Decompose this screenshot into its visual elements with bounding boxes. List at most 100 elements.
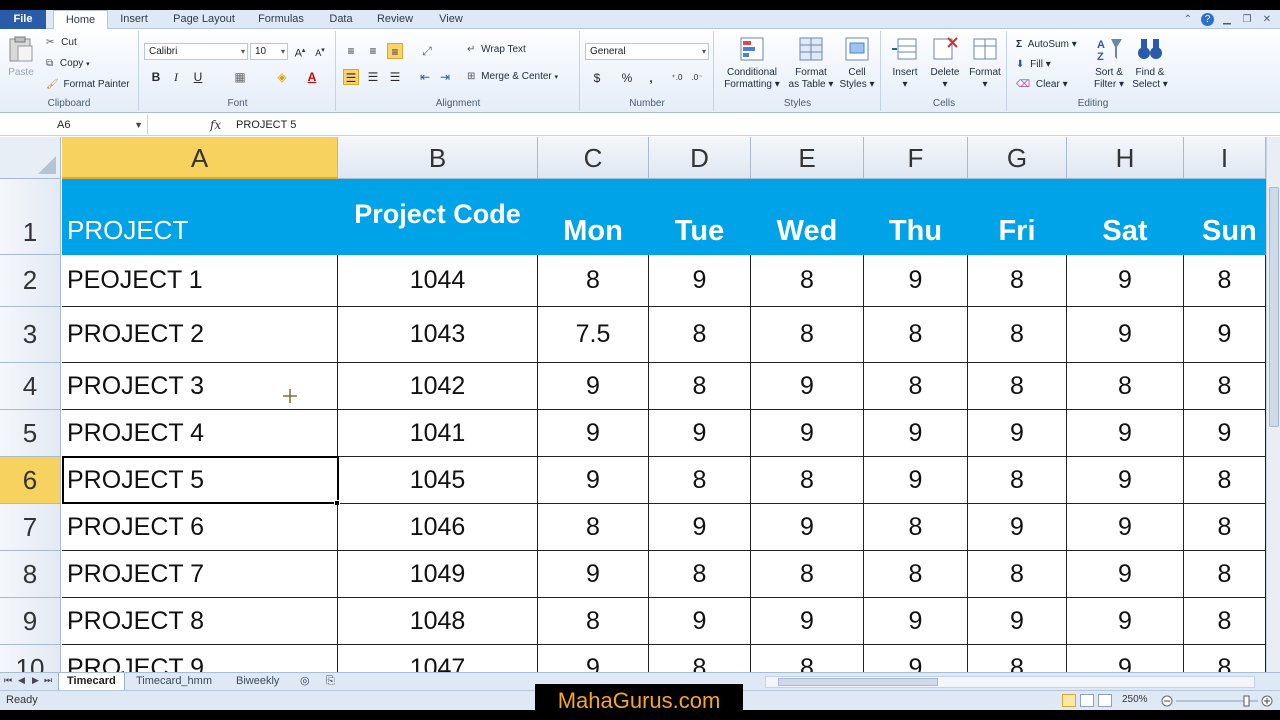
- underline-button[interactable]: U: [190, 69, 206, 85]
- italic-button[interactable]: I: [168, 69, 184, 85]
- cell-h5[interactable]: 9: [1067, 410, 1184, 457]
- cell-e4[interactable]: 9: [751, 363, 864, 410]
- cell-a2[interactable]: PEOJECT 1: [62, 255, 338, 307]
- minimize-icon[interactable]: ▁: [1220, 13, 1234, 26]
- cell-b7[interactable]: 1046: [338, 504, 538, 551]
- column-header-g[interactable]: G: [968, 137, 1067, 179]
- cell-f7[interactable]: 8: [864, 504, 968, 551]
- cell-b9[interactable]: 1048: [338, 598, 538, 645]
- row-header-1[interactable]: 1: [0, 179, 61, 255]
- cell-c3[interactable]: 7.5: [538, 307, 649, 363]
- cell-a9[interactable]: PROJECT 8: [62, 598, 338, 645]
- row-header-5[interactable]: 5: [0, 410, 61, 457]
- cell-a5[interactable]: PROJECT 4: [62, 410, 338, 457]
- cell-i6[interactable]: 8: [1184, 457, 1266, 504]
- cell-d5[interactable]: 9: [649, 410, 751, 457]
- format-cells-button[interactable]: Format ▾: [966, 31, 1004, 91]
- cell-g6[interactable]: 8: [968, 457, 1067, 504]
- cell-g10[interactable]: 8: [968, 645, 1067, 672]
- cell-c8[interactable]: 9: [538, 551, 649, 598]
- cell-i4[interactable]: 8: [1184, 363, 1266, 410]
- row-header-10[interactable]: 10: [0, 645, 61, 672]
- cell-b4[interactable]: 1042: [338, 363, 538, 410]
- cell-c7[interactable]: 8: [538, 504, 649, 551]
- cell-i9[interactable]: 8: [1184, 598, 1266, 645]
- increase-indent-icon[interactable]: ⇥: [437, 69, 453, 85]
- row-header-7[interactable]: 7: [0, 504, 61, 551]
- header-cell-fri[interactable]: Fri: [968, 179, 1067, 255]
- tab-view[interactable]: View: [432, 10, 470, 29]
- comma-button[interactable]: ,: [643, 70, 659, 86]
- cell-h7[interactable]: 9: [1067, 504, 1184, 551]
- align-right-icon[interactable]: ☰: [387, 69, 403, 85]
- vertical-scroll-thumb[interactable]: [1269, 187, 1279, 427]
- cell-f10[interactable]: 9: [864, 645, 968, 672]
- cell-i5[interactable]: 9: [1184, 410, 1266, 457]
- align-center-icon[interactable]: ☰: [365, 69, 381, 85]
- font-color-icon[interactable]: A: [304, 69, 320, 85]
- sheet-tab-timecard-hmm[interactable]: Timecard_hmm: [128, 673, 220, 690]
- row-header-2[interactable]: 2: [0, 255, 61, 307]
- horizontal-scroll-thumb[interactable]: [778, 678, 938, 686]
- next-sheet-icon[interactable]: ▶: [32, 675, 39, 686]
- header-cell-mon[interactable]: Mon: [538, 179, 649, 255]
- cell-a8[interactable]: PROJECT 7: [62, 551, 338, 598]
- percent-button[interactable]: %: [619, 70, 635, 86]
- cell-d10[interactable]: 8: [649, 645, 751, 672]
- cell-i3[interactable]: 9: [1184, 307, 1266, 363]
- font-name-select[interactable]: Calibri ▾: [144, 43, 248, 60]
- tab-data[interactable]: Data: [322, 10, 360, 29]
- column-header-e[interactable]: E: [751, 137, 864, 179]
- align-bottom-icon[interactable]: ≡: [387, 43, 403, 59]
- header-cell-sat[interactable]: Sat: [1067, 179, 1184, 255]
- find-select-button[interactable]: Find & Select ▾: [1130, 31, 1170, 91]
- cell-g4[interactable]: 8: [968, 363, 1067, 410]
- sheet-tab-timecard[interactable]: Timecard: [58, 673, 125, 690]
- wrap-text-button[interactable]: ↵ Wrap Text: [467, 44, 526, 55]
- column-header-c[interactable]: C: [538, 137, 649, 179]
- cell-g5[interactable]: 9: [968, 410, 1067, 457]
- header-cell-sun[interactable]: Sun: [1184, 179, 1266, 255]
- cell-g8[interactable]: 8: [968, 551, 1067, 598]
- row-header-4[interactable]: 4: [0, 363, 61, 410]
- header-cell-project[interactable]: PROJECT: [62, 179, 338, 255]
- decrease-indent-icon[interactable]: ⇤: [417, 69, 433, 85]
- cell-d8[interactable]: 8: [649, 551, 751, 598]
- cell-h2[interactable]: 9: [1067, 255, 1184, 307]
- insert-sheet-icon[interactable]: ⎘: [318, 673, 343, 690]
- shrink-font-icon[interactable]: A▾: [312, 43, 328, 59]
- cell-f3[interactable]: 8: [864, 307, 968, 363]
- column-header-f[interactable]: F: [864, 137, 968, 179]
- cell-e7[interactable]: 9: [751, 504, 864, 551]
- font-size-select[interactable]: 10 ▾: [250, 43, 288, 60]
- cell-f6[interactable]: 9: [864, 457, 968, 504]
- cell-a6[interactable]: PROJECT 5: [62, 457, 338, 504]
- cell-f9[interactable]: 9: [864, 598, 968, 645]
- column-header-i[interactable]: I: [1184, 137, 1266, 179]
- minimize-ribbon-icon[interactable]: ⌃: [1181, 13, 1195, 26]
- column-header-b[interactable]: B: [338, 137, 538, 179]
- bold-button[interactable]: B: [148, 69, 164, 85]
- cell-c2[interactable]: 8: [538, 255, 649, 307]
- cell-f4[interactable]: 8: [864, 363, 968, 410]
- cell-b5[interactable]: 1041: [338, 410, 538, 457]
- fill-button[interactable]: ⬇ Fill ▾: [1016, 59, 1051, 70]
- insert-cells-button[interactable]: Insert ▾: [886, 31, 924, 91]
- align-middle-icon[interactable]: ≡: [365, 43, 381, 59]
- row-header-8[interactable]: 8: [0, 551, 61, 598]
- tab-insert[interactable]: Insert: [112, 10, 156, 29]
- cell-c9[interactable]: 8: [538, 598, 649, 645]
- align-left-icon[interactable]: ☰: [343, 69, 359, 85]
- cell-h6[interactable]: 9: [1067, 457, 1184, 504]
- cell-g7[interactable]: 9: [968, 504, 1067, 551]
- autosum-button[interactable]: Σ AutoSum ▾: [1016, 39, 1077, 50]
- cell-h3[interactable]: 9: [1067, 307, 1184, 363]
- last-sheet-icon[interactable]: ⏭: [44, 675, 52, 686]
- grow-font-icon[interactable]: A▴: [292, 43, 308, 60]
- cell-i2[interactable]: 8: [1184, 255, 1266, 307]
- column-header-h[interactable]: H: [1067, 137, 1184, 179]
- cell-h8[interactable]: 9: [1067, 551, 1184, 598]
- cell-c10[interactable]: 9: [538, 645, 649, 672]
- cell-styles-button[interactable]: Cell Styles ▾: [837, 31, 877, 91]
- cell-e6[interactable]: 8: [751, 457, 864, 504]
